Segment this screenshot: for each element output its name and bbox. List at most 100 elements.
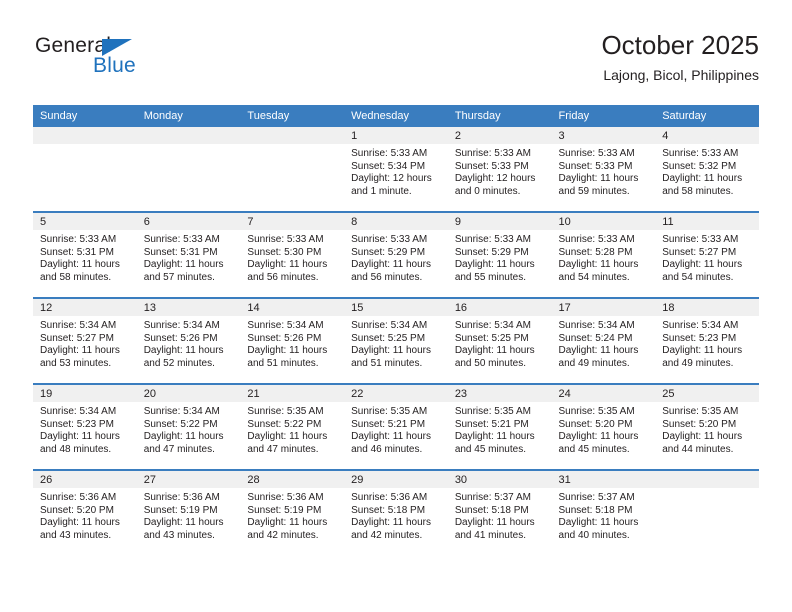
- calendar-cell-day[interactable]: 26 Sunrise: 5:36 AM Sunset: 5:20 PM Dayligh…: [33, 469, 137, 555]
- day-cell: 18 Sunrise: 5:34 AM Sunset: 5:23 PM Dayligh…: [655, 299, 759, 383]
- daylight-duration-line1: Daylight: 11 hours: [351, 345, 431, 357]
- daylight-duration-line1: Daylight: 11 hours: [351, 517, 431, 529]
- calendar-cell-day[interactable]: 14 Sunrise: 5:34 AM Sunset: 5:26 PM Dayligh…: [240, 297, 345, 384]
- calendar-cell-day[interactable]: 22 Sunrise: 5:35 AM Sunset: 5:21 PM Dayligh…: [344, 383, 448, 470]
- day-cell: 14 Sunrise: 5:34 AM Sunset: 5:26 PM Dayligh…: [240, 299, 345, 383]
- weekday-header-tuesday: Tuesday: [240, 105, 345, 127]
- day-cell: 13 Sunrise: 5:34 AM Sunset: 5:26 PM Dayligh…: [136, 299, 241, 383]
- daylight-duration-line2: and 43 minutes.: [40, 529, 112, 541]
- calendar-cell-day[interactable]: 24 Sunrise: 5:35 AM Sunset: 5:20 PM Dayligh…: [551, 383, 656, 470]
- page-header: General Blue October 2025 Lajong, Bicol,…: [33, 28, 759, 96]
- sunset-time: Sunset: 5:24 PM: [558, 332, 633, 344]
- calendar-cell-day[interactable]: 19 Sunrise: 5:34 AM Sunset: 5:23 PM Dayligh…: [33, 383, 137, 470]
- daylight-duration-line2: and 51 minutes.: [351, 357, 423, 369]
- calendar-cell-day[interactable]: 28 Sunrise: 5:36 AM Sunset: 5:19 PM Dayligh…: [240, 469, 345, 555]
- calendar-cell-day[interactable]: 16 Sunrise: 5:34 AM Sunset: 5:25 PM Dayligh…: [447, 297, 552, 384]
- calendar-cell-day[interactable]: 7 Sunrise: 5:33 AM Sunset: 5:30 PM Daylight…: [240, 211, 345, 298]
- day-cell: 6 Sunrise: 5:33 AM Sunset: 5:31 PM Daylight…: [136, 213, 241, 297]
- day-number: 26: [33, 471, 137, 488]
- sunrise-time: Sunrise: 5:34 AM: [454, 320, 531, 331]
- daylight-duration-line1: Daylight: 12 hours: [454, 173, 536, 185]
- day-cell: 16 Sunrise: 5:34 AM Sunset: 5:25 PM Dayligh…: [447, 299, 552, 383]
- sunset-time: Sunset: 5:26 PM: [247, 332, 322, 344]
- day-cell: 5 Sunrise: 5:33 AM Sunset: 5:31 PM Daylight…: [33, 213, 137, 297]
- calendar-cell-day[interactable]: 27 Sunrise: 5:36 AM Sunset: 5:19 PM Dayligh…: [136, 469, 241, 555]
- daylight-duration-line1: Daylight: 11 hours: [558, 259, 639, 271]
- day-details: Sunrise: 5:37 AM Sunset: 5:18 PM Daylight:…: [552, 488, 656, 542]
- calendar-cell-empty: [240, 127, 345, 212]
- day-details: Sunrise: 5:36 AM Sunset: 5:18 PM Daylight:…: [344, 488, 448, 542]
- calendar-cell-day[interactable]: 8 Sunrise: 5:33 AM Sunset: 5:29 PM Daylight…: [344, 211, 448, 298]
- day-details: Sunrise: 5:33 AM Sunset: 5:30 PM Daylight:…: [240, 230, 344, 284]
- calendar-cell-day[interactable]: 12 Sunrise: 5:34 AM Sunset: 5:27 PM Dayligh…: [33, 297, 137, 384]
- calendar-cell-day[interactable]: 5 Sunrise: 5:33 AM Sunset: 5:31 PM Daylight…: [33, 211, 137, 298]
- sunset-time: Sunset: 5:20 PM: [40, 504, 114, 516]
- day-cell: 30 Sunrise: 5:37 AM Sunset: 5:18 PM Dayligh…: [447, 471, 552, 555]
- day-details: Sunrise: 5:33 AM Sunset: 5:33 PM Daylight:…: [448, 144, 552, 198]
- daylight-duration-line1: Daylight: 11 hours: [40, 431, 120, 443]
- sunset-time: Sunset: 5:25 PM: [454, 332, 529, 344]
- sunset-time: Sunset: 5:18 PM: [351, 504, 426, 516]
- daylight-duration-line2: and 56 minutes.: [247, 271, 319, 283]
- calendar-cell-day[interactable]: 23 Sunrise: 5:35 AM Sunset: 5:21 PM Dayligh…: [447, 383, 552, 470]
- day-cell: 27 Sunrise: 5:36 AM Sunset: 5:19 PM Dayligh…: [136, 471, 241, 555]
- calendar-cell-day[interactable]: 4 Sunrise: 5:33 AM Sunset: 5:32 PM Daylight…: [655, 127, 759, 212]
- calendar-cell-day[interactable]: 13 Sunrise: 5:34 AM Sunset: 5:26 PM Dayligh…: [136, 297, 241, 384]
- sunset-time: Sunset: 5:23 PM: [662, 332, 737, 344]
- day-cell: [33, 127, 137, 211]
- calendar-cell-day[interactable]: 9 Sunrise: 5:33 AM Sunset: 5:29 PM Daylight…: [447, 211, 552, 298]
- daylight-duration-line2: and 51 minutes.: [247, 357, 319, 369]
- calendar-cell-day[interactable]: 2 Sunrise: 5:33 AM Sunset: 5:33 PM Daylight…: [447, 127, 552, 212]
- daylight-duration-line2: and 57 minutes.: [143, 271, 215, 283]
- daylight-duration-line1: Daylight: 11 hours: [558, 345, 639, 357]
- daylight-duration-line2: and 59 minutes.: [558, 185, 630, 197]
- sunset-time: Sunset: 5:22 PM: [247, 418, 322, 430]
- sunset-time: Sunset: 5:21 PM: [454, 418, 529, 430]
- calendar-cell-empty: [655, 469, 759, 555]
- daylight-duration-line1: Daylight: 11 hours: [662, 345, 743, 357]
- calendar-cell-day[interactable]: 10 Sunrise: 5:33 AM Sunset: 5:28 PM Dayligh…: [551, 211, 656, 298]
- calendar-cell-day[interactable]: 31 Sunrise: 5:37 AM Sunset: 5:18 PM Dayligh…: [551, 469, 656, 555]
- general-blue-logo[interactable]: General Blue: [33, 34, 213, 92]
- calendar-cell-day[interactable]: 25 Sunrise: 5:35 AM Sunset: 5:20 PM Dayligh…: [655, 383, 759, 470]
- day-cell: 7 Sunrise: 5:33 AM Sunset: 5:30 PM Daylight…: [240, 213, 345, 297]
- calendar-cell-day[interactable]: 15 Sunrise: 5:34 AM Sunset: 5:25 PM Dayligh…: [344, 297, 448, 384]
- calendar-cell-day[interactable]: 29 Sunrise: 5:36 AM Sunset: 5:18 PM Dayligh…: [344, 469, 448, 555]
- day-number: 30: [447, 471, 552, 488]
- day-cell: 21 Sunrise: 5:35 AM Sunset: 5:22 PM Dayligh…: [240, 385, 345, 469]
- calendar-cell-day[interactable]: 6 Sunrise: 5:33 AM Sunset: 5:31 PM Daylight…: [136, 211, 241, 298]
- day-cell: 8 Sunrise: 5:33 AM Sunset: 5:29 PM Daylight…: [344, 213, 448, 297]
- day-number: 13: [136, 299, 241, 316]
- day-details: Sunrise: 5:33 AM Sunset: 5:32 PM Daylight:…: [655, 144, 759, 198]
- calendar-cell-day[interactable]: 17 Sunrise: 5:34 AM Sunset: 5:24 PM Dayligh…: [551, 297, 656, 384]
- daylight-duration-line1: Daylight: 11 hours: [558, 431, 639, 443]
- sunset-time: Sunset: 5:27 PM: [40, 332, 114, 344]
- weekday-header-friday: Friday: [551, 105, 656, 127]
- daylight-duration-line1: Daylight: 11 hours: [143, 259, 224, 271]
- day-cell: 19 Sunrise: 5:34 AM Sunset: 5:23 PM Dayligh…: [33, 385, 137, 469]
- calendar-cell-day[interactable]: 3 Sunrise: 5:33 AM Sunset: 5:33 PM Daylight…: [551, 127, 656, 212]
- day-cell: 17 Sunrise: 5:34 AM Sunset: 5:24 PM Dayligh…: [551, 299, 656, 383]
- sunset-time: Sunset: 5:20 PM: [662, 418, 737, 430]
- daylight-duration-line2: and 47 minutes.: [247, 443, 319, 455]
- calendar-cell-day[interactable]: 30 Sunrise: 5:37 AM Sunset: 5:18 PM Dayligh…: [447, 469, 552, 555]
- calendar-cell-day[interactable]: 1 Sunrise: 5:33 AM Sunset: 5:34 PM Daylight…: [344, 127, 448, 212]
- day-number: 2: [447, 127, 552, 144]
- sunset-time: Sunset: 5:31 PM: [40, 246, 114, 258]
- sunset-time: Sunset: 5:19 PM: [247, 504, 322, 516]
- day-number: 16: [447, 299, 552, 316]
- sunrise-time: Sunrise: 5:33 AM: [662, 234, 739, 245]
- sunset-time: Sunset: 5:23 PM: [40, 418, 114, 430]
- calendar-cell-day[interactable]: 20 Sunrise: 5:34 AM Sunset: 5:22 PM Dayligh…: [136, 383, 241, 470]
- calendar-cell-day[interactable]: 21 Sunrise: 5:35 AM Sunset: 5:22 PM Dayligh…: [240, 383, 345, 470]
- sunrise-time: Sunrise: 5:33 AM: [247, 234, 324, 245]
- sunset-time: Sunset: 5:29 PM: [351, 246, 426, 258]
- daylight-duration-line2: and 54 minutes.: [662, 271, 734, 283]
- day-details: Sunrise: 5:33 AM Sunset: 5:29 PM Daylight:…: [448, 230, 552, 284]
- daylight-duration-line1: Daylight: 11 hours: [247, 259, 328, 271]
- calendar-cell-day[interactable]: 11 Sunrise: 5:33 AM Sunset: 5:27 PM Dayligh…: [655, 211, 759, 298]
- day-number: 5: [33, 213, 137, 230]
- daylight-duration-line2: and 47 minutes.: [143, 443, 215, 455]
- calendar-cell-day[interactable]: 18 Sunrise: 5:34 AM Sunset: 5:23 PM Dayligh…: [655, 297, 759, 384]
- daylight-duration-line2: and 1 minute.: [351, 185, 412, 197]
